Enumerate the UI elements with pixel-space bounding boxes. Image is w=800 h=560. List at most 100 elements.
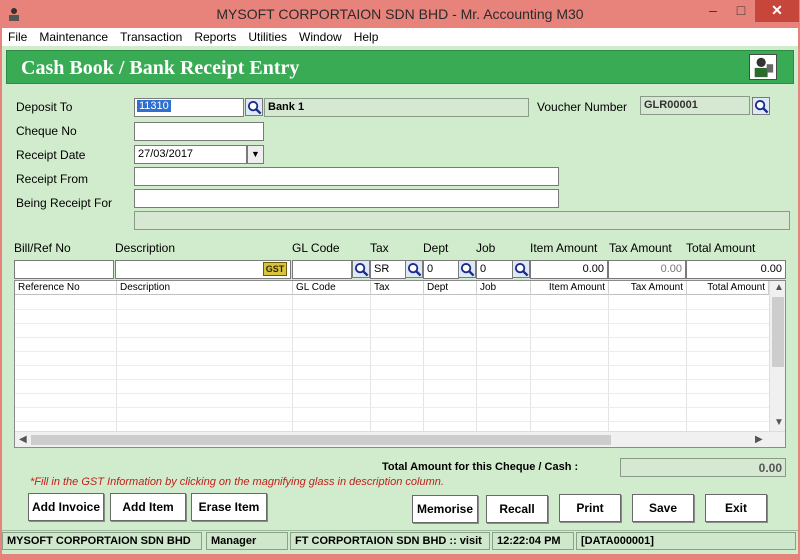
job-input[interactable]: 0 <box>476 260 513 279</box>
receipt-from-input[interactable] <box>134 167 559 186</box>
gl-code-header: GL Code <box>292 241 340 255</box>
vertical-scroll-thumb[interactable] <box>772 297 784 367</box>
being-receipt-for-label: Being Receipt For <box>16 196 113 210</box>
status-bar: MYSOFT CORPORTAION SDN BHD Manager FT CO… <box>2 530 798 550</box>
grid-row-line <box>15 393 769 394</box>
gst-button[interactable]: GST <box>263 262 287 276</box>
total-amount-label: Total Amount for this Cheque / Cash : <box>382 461 579 473</box>
status-time: 12:22:04 PM <box>492 532 574 550</box>
gst-hint-note: *Fill in the GST Information by clicking… <box>30 476 444 488</box>
gl-code-input[interactable] <box>292 260 352 279</box>
deposit-to-label: Deposit To <box>16 100 73 114</box>
dept-input[interactable]: 0 <box>423 260 459 279</box>
scroll-left-icon[interactable]: ◀ <box>19 434 27 445</box>
grid-col-item-amount[interactable]: Item Amount <box>531 281 609 295</box>
grid-col-description[interactable]: Description <box>117 281 293 295</box>
item-amount-input[interactable]: 0.00 <box>530 260 608 279</box>
tax-amount-input: 0.00 <box>608 260 686 279</box>
status-company: MYSOFT CORPORTAION SDN BHD <box>2 532 202 550</box>
save-button[interactable]: Save <box>632 494 694 522</box>
grid-vertical-scrollbar[interactable]: ▲ ▼ <box>769 281 785 431</box>
being-receipt-for-input[interactable] <box>134 189 559 208</box>
memorise-button[interactable]: Memorise <box>412 495 478 523</box>
grid-row-line <box>15 379 769 380</box>
print-button[interactable]: Print <box>559 494 621 522</box>
app-window: MYSOFT CORPORTAION SDN BHD - Mr. Account… <box>0 0 800 560</box>
grid-row-line <box>15 337 769 338</box>
menu-utilities[interactable]: Utilities <box>242 28 293 44</box>
scroll-right-icon[interactable]: ▶ <box>755 434 763 445</box>
grid-row-line <box>15 365 769 366</box>
status-user: Manager <box>206 532 288 550</box>
total-amount-field: 0.00 <box>620 458 786 477</box>
scroll-down-icon[interactable]: ▼ <box>774 417 784 428</box>
close-button[interactable]: ✕ <box>755 0 799 22</box>
grid-col-total-amount[interactable]: Total Amount <box>687 281 769 295</box>
tax-input[interactable]: SR <box>370 260 406 279</box>
menu-reports[interactable]: Reports <box>188 28 242 44</box>
grid-col-gl-code[interactable]: GL Code <box>293 281 371 295</box>
receipt-from-label: Receipt From <box>16 172 89 186</box>
form-header: Cash Book / Bank Receipt Entry <box>6 50 794 84</box>
bill-ref-input[interactable] <box>14 260 114 279</box>
voucher-number-field: GLR00001 <box>640 96 750 115</box>
grid-divider <box>476 295 477 431</box>
add-item-button[interactable]: Add Item <box>110 493 186 521</box>
bill-ref-header: Bill/Ref No <box>14 241 71 255</box>
tax-search-icon[interactable] <box>405 260 423 278</box>
grid-divider <box>292 295 293 431</box>
dept-search-icon[interactable] <box>458 260 476 278</box>
tax-header: Tax <box>370 241 389 255</box>
menu-window[interactable]: Window <box>293 28 348 44</box>
grid-col-reference-no[interactable]: Reference No <box>15 281 117 295</box>
deposit-to-code-value: 11310 <box>137 100 171 112</box>
grid-row-line <box>15 407 769 408</box>
total-amount-input[interactable]: 0.00 <box>686 260 786 279</box>
grid-divider <box>423 295 424 431</box>
grid-row-line <box>15 323 769 324</box>
grid-col-tax-amount[interactable]: Tax Amount <box>609 281 687 295</box>
window-title: MYSOFT CORPORTAION SDN BHD - Mr. Account… <box>216 6 584 22</box>
grid-row-line <box>15 309 769 310</box>
menu-help[interactable]: Help <box>348 28 385 44</box>
grid-horizontal-scrollbar[interactable]: ◀ ▶ <box>15 431 785 447</box>
minimize-button[interactable]: – <box>700 2 726 24</box>
menu-transaction[interactable]: Transaction <box>114 28 188 44</box>
grid-col-dept[interactable]: Dept <box>424 281 477 295</box>
gl-code-search-icon[interactable] <box>352 260 370 278</box>
menu-bar: File Maintenance Transaction Reports Utiliti… <box>2 28 798 46</box>
deposit-to-code-input[interactable]: 11310 <box>134 98 244 117</box>
grid-col-tax[interactable]: Tax <box>371 281 424 295</box>
grid-col-job[interactable]: Job <box>477 281 531 295</box>
receipt-date-input[interactable]: 27/03/2017 <box>134 145 247 164</box>
grid-divider <box>116 295 117 431</box>
maximize-button[interactable]: □ <box>728 2 754 24</box>
status-data: [DATA000001] <box>576 532 796 550</box>
add-invoice-button[interactable]: Add Invoice <box>28 493 104 521</box>
voucher-search-icon[interactable] <box>752 97 770 115</box>
total-amount-header: Total Amount <box>686 241 756 255</box>
date-dropdown-chevron-icon[interactable]: ▼ <box>247 145 264 164</box>
form-title: Cash Book / Bank Receipt Entry <box>21 57 300 79</box>
voucher-number-label: Voucher Number <box>537 100 628 114</box>
cheque-no-label: Cheque No <box>16 124 77 138</box>
horizontal-scroll-thumb[interactable] <box>31 435 611 445</box>
deposit-search-icon[interactable] <box>245 98 263 116</box>
cheque-no-input[interactable] <box>134 122 264 141</box>
menu-file[interactable]: File <box>2 28 33 44</box>
exit-button[interactable]: Exit <box>705 494 767 522</box>
job-search-icon[interactable] <box>512 260 530 278</box>
grid-divider <box>530 295 531 431</box>
description-header: Description <box>115 241 176 255</box>
status-info: FT CORPORTAION SDN BHD :: visit <box>290 532 490 550</box>
grid-divider <box>370 295 371 431</box>
job-header: Job <box>476 241 496 255</box>
entry-grid[interactable]: Reference No Description GL Code Tax Dep… <box>14 280 786 448</box>
scroll-up-icon[interactable]: ▲ <box>774 282 784 293</box>
item-amount-header: Item Amount <box>530 241 598 255</box>
menu-maintenance[interactable]: Maintenance <box>33 28 114 44</box>
grid-divider <box>608 295 609 431</box>
being-receipt-for-input-2[interactable] <box>134 211 790 230</box>
erase-item-button[interactable]: Erase Item <box>191 493 267 521</box>
recall-button[interactable]: Recall <box>486 495 548 523</box>
